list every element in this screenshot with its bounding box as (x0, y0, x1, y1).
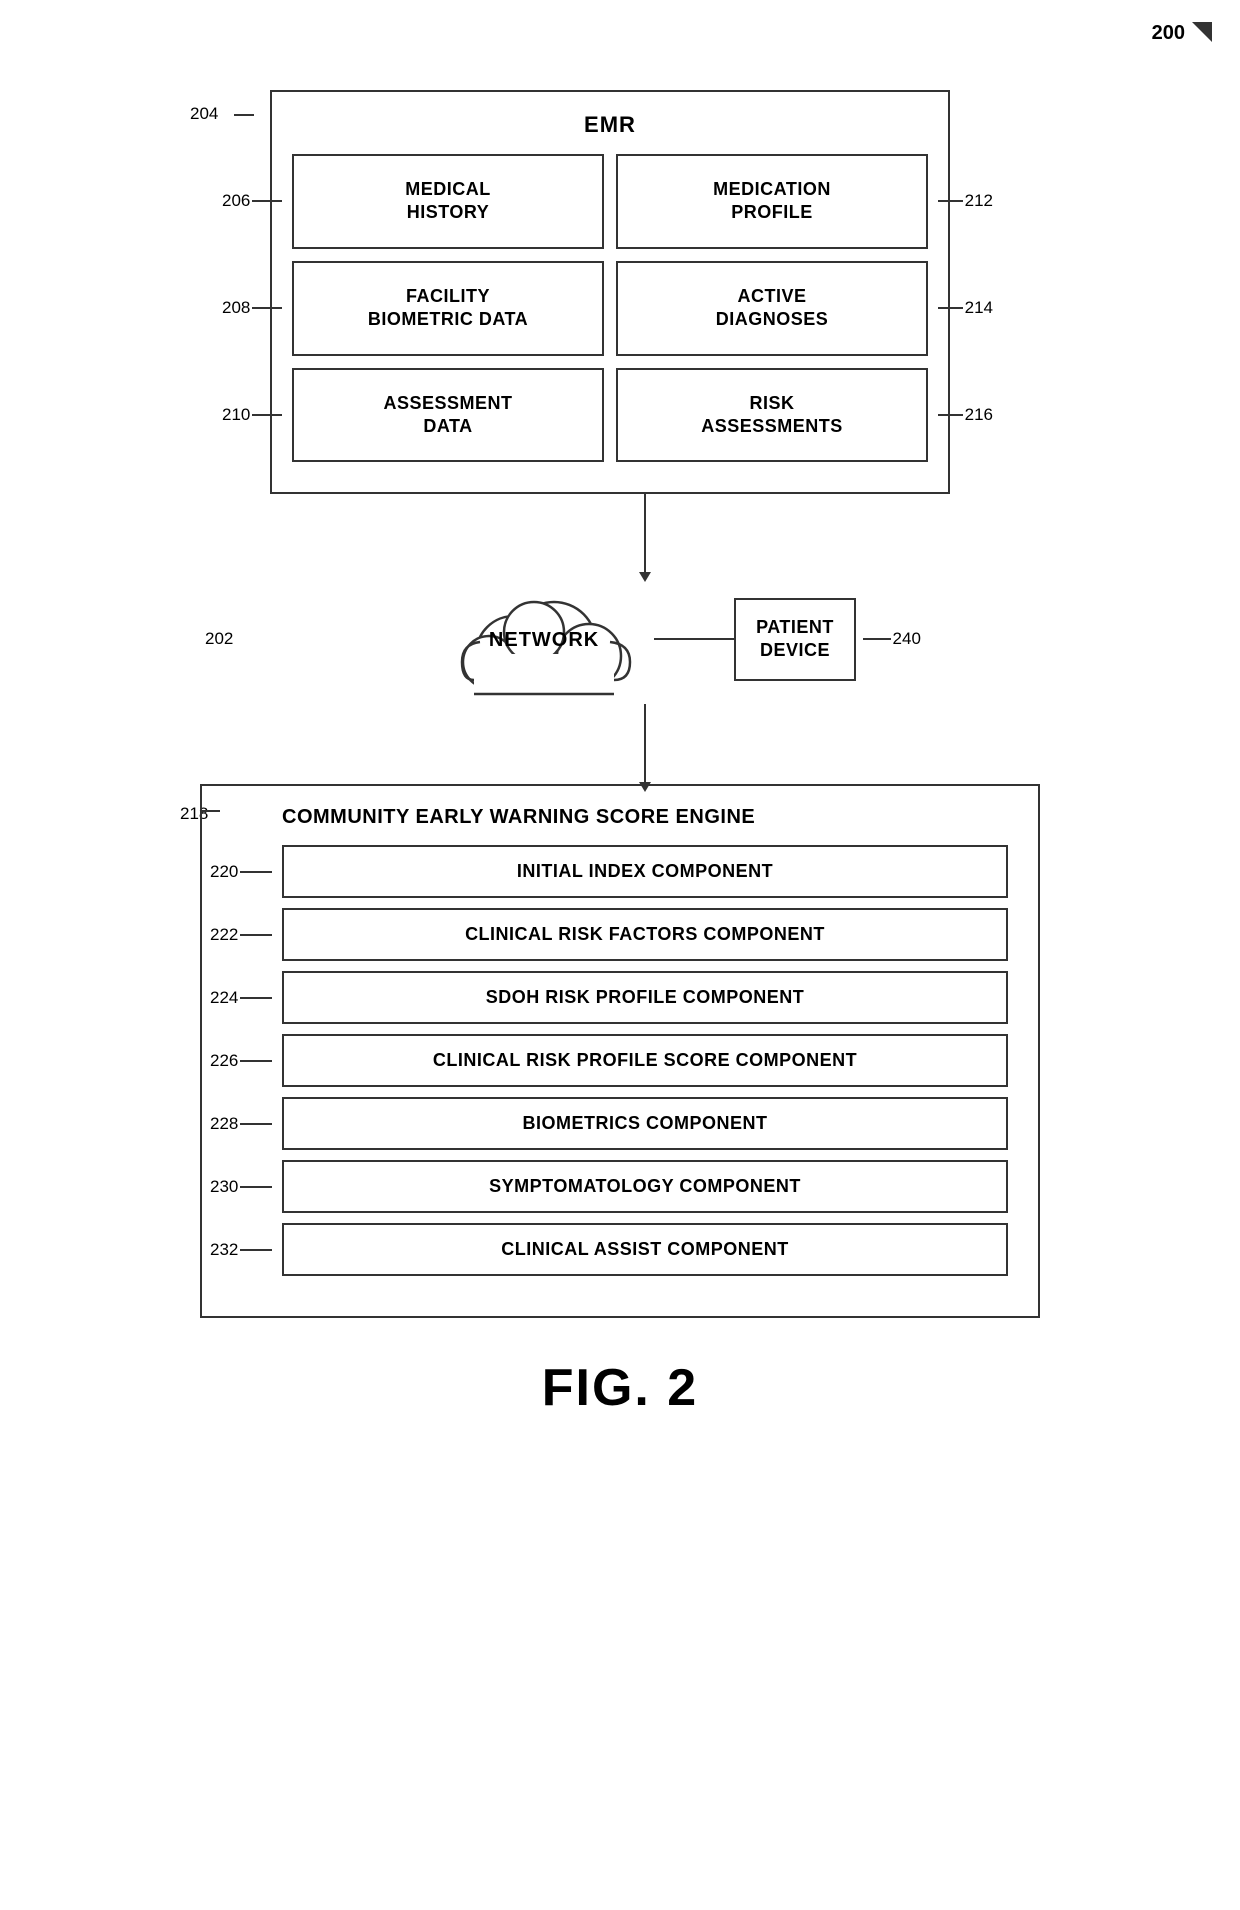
ref-208: 208 (222, 298, 250, 318)
ref-200: 200 (1152, 22, 1185, 45)
cews-wrapper: 218 COMMUNITY EARLY WARNING SCORE ENGINE… (170, 784, 1070, 1318)
ref-208-line (252, 307, 282, 309)
ref-212-line (938, 200, 963, 202)
cews-component-clinical-risk-factors: CLINICAL RISK FACTORS COMPONENT (282, 908, 1008, 961)
emr-box: EMR 206 MEDICALHISTORY 212 MEDICATIONPRO… (270, 90, 950, 494)
emr-cell-medication-profile: MEDICATIONPROFILE (616, 154, 928, 249)
emr-cell-wrapper-208: 208 FACILITYBIOMETRIC DATA (292, 261, 604, 356)
emr-cell-wrapper-216: 216 RISKASSESSMENTS (616, 368, 928, 463)
ref-206: 206 (222, 191, 250, 211)
ref-226-line (240, 1060, 272, 1062)
cews-component-wrapper-226: 226 CLINICAL RISK PROFILE SCORE COMPONEN… (282, 1034, 1008, 1087)
cews-component-clinical-risk-profile-score: CLINICAL RISK PROFILE SCORE COMPONENT (282, 1034, 1008, 1087)
ref-220: 220 (210, 862, 238, 882)
cews-component-wrapper-232: 232 CLINICAL ASSIST COMPONENT (282, 1223, 1008, 1276)
ref-214: 214 (965, 298, 993, 318)
cews-box: COMMUNITY EARLY WARNING SCORE ENGINE 220… (200, 784, 1040, 1318)
cews-component-biometrics: BIOMETRICS COMPONENT (282, 1097, 1008, 1150)
page: 200 204 EMR 206 MEDICALHISTORY 212 MEDIC… (0, 0, 1240, 1910)
network-label: NETWORK (489, 629, 599, 652)
cews-component-sdoh-risk-profile: SDOH RISK PROFILE COMPONENT (282, 971, 1008, 1024)
fig-caption: FIG. 2 (542, 1358, 698, 1418)
ref-214-line (938, 307, 963, 309)
cews-title: COMMUNITY EARLY WARNING SCORE ENGINE (282, 806, 1008, 829)
connector-network-cews (644, 704, 646, 784)
ref-202: 202 (205, 629, 233, 649)
cews-component-wrapper-220: 220 INITIAL INDEX COMPONENT (282, 845, 1008, 898)
cews-component-wrapper-222: 222 CLINICAL RISK FACTORS COMPONENT (282, 908, 1008, 961)
ref-204-line (234, 114, 254, 116)
cews-component-clinical-assist: CLINICAL ASSIST COMPONENT (282, 1223, 1008, 1276)
ref-212: 212 (965, 191, 993, 211)
ref-232-line (240, 1249, 272, 1251)
ref-206-line (252, 200, 282, 202)
network-wrapper: 202 NETW (195, 574, 1095, 704)
cews-component-wrapper-224: 224 SDOH RISK PROFILE COMPONENT (282, 971, 1008, 1024)
cews-component-symptomatology: SYMPTOMATOLOGY COMPONENT (282, 1160, 1008, 1213)
ref-222: 222 (210, 925, 238, 945)
ref-226: 226 (210, 1051, 238, 1071)
ref-230: 230 (210, 1177, 238, 1197)
ref-210-line (252, 414, 282, 416)
emr-wrapper: 204 EMR 206 MEDICALHISTORY 212 MEDICATIO… (220, 90, 1020, 494)
emr-cell-wrapper-212: 212 MEDICATIONPROFILE (616, 154, 928, 249)
cews-component-wrapper-230: 230 SYMPTOMATOLOGY COMPONENT (282, 1160, 1008, 1213)
ref-220-line (240, 871, 272, 873)
ref-216: 216 (965, 405, 993, 425)
emr-title: EMR (292, 112, 928, 138)
ref-240: 240 (893, 629, 921, 649)
emr-cell-risk-assessments: RISKASSESSMENTS (616, 368, 928, 463)
emr-cell-wrapper-210: 210 ASSESSMENTDATA (292, 368, 604, 463)
patient-device-wrapper: 240 PATIENTDEVICE (734, 598, 856, 681)
patient-device-box: PATIENTDEVICE (734, 598, 856, 681)
emr-cell-wrapper-214: 214 ACTIVEDIAGNOSES (616, 261, 928, 356)
connector-emr-network (644, 494, 646, 574)
ref-210: 210 (222, 405, 250, 425)
ref-228: 228 (210, 1114, 238, 1134)
ref-240-line (863, 638, 891, 640)
ref-224: 224 (210, 988, 238, 1008)
cews-component-initial-index: INITIAL INDEX COMPONENT (282, 845, 1008, 898)
emr-cell-wrapper-206: 206 MEDICALHISTORY (292, 154, 604, 249)
emr-cell-active-diagnoses: ACTIVEDIAGNOSES (616, 261, 928, 356)
arrow-200-icon (1192, 22, 1212, 42)
ref-216-line (938, 414, 963, 416)
cloud-container: NETWORK (434, 574, 654, 704)
horiz-line-to-patient (654, 638, 734, 640)
ref-204: 204 (190, 104, 218, 124)
cews-component-wrapper-228: 228 BIOMETRICS COMPONENT (282, 1097, 1008, 1150)
emr-cell-assessment-data: ASSESSMENTDATA (292, 368, 604, 463)
emr-cell-facility-biometric: FACILITYBIOMETRIC DATA (292, 261, 604, 356)
ref-228-line (240, 1123, 272, 1125)
ref-222-line (240, 934, 272, 936)
emr-cell-medical-history: MEDICALHISTORY (292, 154, 604, 249)
ref-224-line (240, 997, 272, 999)
ref-230-line (240, 1186, 272, 1188)
ref-232: 232 (210, 1240, 238, 1260)
emr-grid: 206 MEDICALHISTORY 212 MEDICATIONPROFILE… (292, 154, 928, 462)
